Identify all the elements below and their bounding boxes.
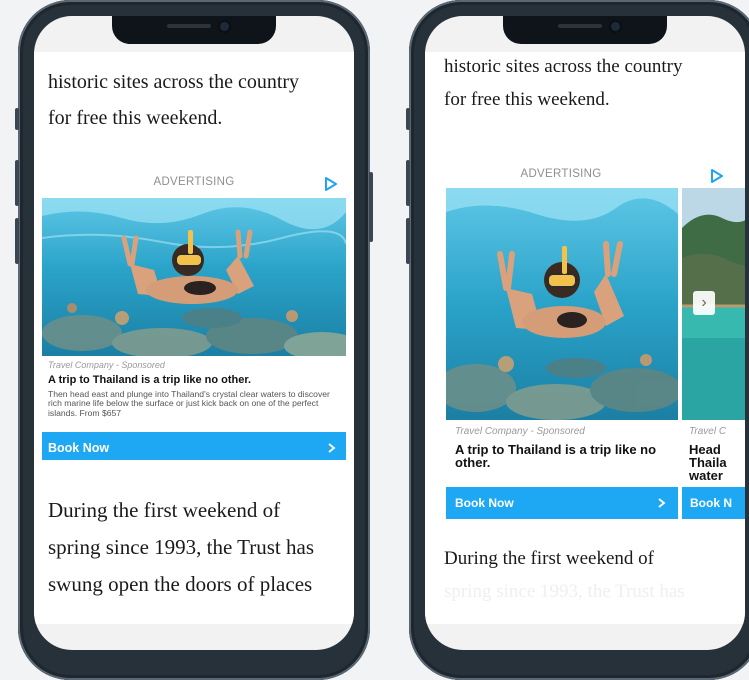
sponsor-line: Travel Company - Sponsored [48,360,165,370]
ad-text-block: Travel Company - Sponsored A trip to Tha… [455,426,670,469]
ad-headline-line: water [689,468,723,483]
volume-down-button [15,218,19,264]
article-intro: historic sites across the country for fr… [444,52,683,116]
article-intro-line: historic sites across the country [48,71,300,93]
ad-carousel-card[interactable]: Travel Company - Sponsored A trip to Tha… [446,188,678,519]
book-now-label: Book Now [48,441,110,455]
notch [112,16,276,44]
article-body-line: During the first weekend of [444,548,654,569]
article-body-line: During the first weekend of [48,498,281,522]
mute-switch [406,108,410,130]
ad-headline[interactable]: A trip to Thailand is a trip like no oth… [48,374,340,386]
phone-screen: historic sites across the country for fr… [34,16,354,650]
carousel-next-arrow[interactable]: › [693,291,715,315]
article-body-line: spring since 1993, the Trust has [48,535,315,559]
ad-card[interactable]: Travel Company - Sponsored A trip to Tha… [42,198,346,460]
article-page: historic sites across the country for fr… [34,52,354,624]
snorkeler-illustration [446,188,678,420]
phone-screen: historic sites across the country for fr… [425,16,745,650]
phone-mockup-carousel-ad: historic sites across the country for fr… [406,0,749,680]
article-intro-line: for free this weekend. [444,89,610,110]
ad-text-block: Travel Company - Sponsored A trip to Tha… [48,360,340,418]
article-body: During the first weekend of spring since… [48,492,314,603]
snorkeler-illustration [42,198,346,356]
ad-carousel-card-next[interactable]: Travel C Head Thaila water Book N [682,188,745,519]
ad-body: Then head east and plunge into Thailand'… [48,389,330,418]
chevron-right-icon [658,498,666,508]
chevron-right-icon: › [701,294,707,311]
article-intro-line: historic sites across the country [444,56,683,77]
article-body-line-faded: spring since 1993, the Trust has [444,581,685,602]
snorkeler-photo [42,198,346,356]
book-now-button[interactable]: Book N [682,487,745,519]
book-now-label: Book N [690,496,732,510]
ad-choices-play-icon[interactable] [710,168,724,184]
book-now-label: Book Now [455,496,514,510]
book-now-button[interactable]: Book Now [446,487,678,519]
chevron-right-icon [328,443,336,453]
advertising-label: ADVERTISING [153,176,235,188]
ad-choices-play-icon[interactable] [324,176,338,192]
article-intro-line: for free this weekend. [48,107,223,129]
ad-text-block: Travel C Head Thaila water [689,426,745,482]
advertising-label: ADVERTISING [520,168,602,180]
sponsor-line: Travel C [689,426,727,437]
article-body: During the first weekend of spring since… [444,542,685,608]
book-now-button[interactable]: Book Now [42,432,346,460]
article-body-line: swung open the doors of places [48,572,313,596]
volume-down-button [406,218,410,264]
article-page: historic sites across the country for fr… [425,52,745,624]
article-intro: historic sites across the country for fr… [48,64,299,136]
snorkeler-photo [446,188,678,420]
mute-switch [15,108,19,130]
sponsor-line: Travel Company - Sponsored [455,426,585,437]
volume-up-button [15,160,19,206]
ad-headline[interactable]: A trip to Thailand is a trip like no oth… [455,443,670,469]
phone-mockup-banner-ad: historic sites across the country for fr… [15,0,373,680]
volume-up-button [406,160,410,206]
power-button [369,172,373,242]
notch [503,16,667,44]
